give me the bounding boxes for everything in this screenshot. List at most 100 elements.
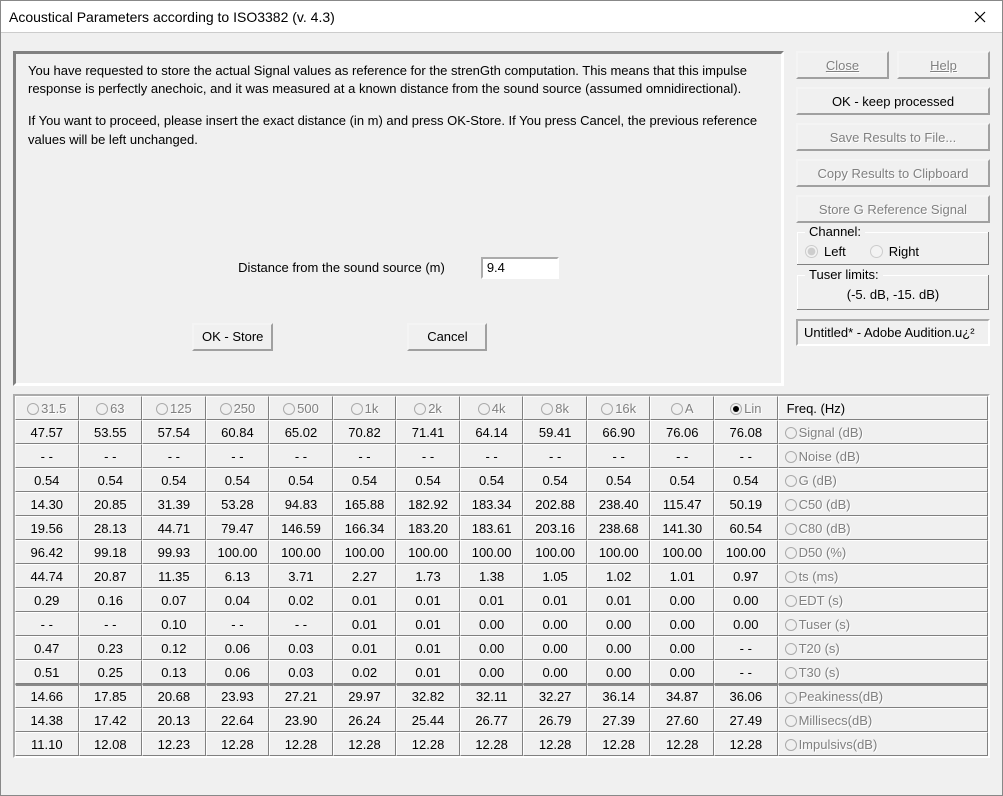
cell: 26.77 [460,708,524,732]
cancel-button[interactable]: Cancel [407,323,487,351]
cell: 0.00 [523,660,587,684]
param-row-Noise (dB)[interactable]: Noise (dB) [778,444,988,468]
info-text-1: You have requested to store the actual S… [28,62,769,98]
cell: - - [587,444,651,468]
cell: 100.00 [587,540,651,564]
ok-store-button[interactable]: OK - Store [192,323,273,351]
cell: 0.00 [650,612,714,636]
freq-band-2k[interactable]: 2k [396,396,460,420]
cell: 0.01 [333,636,397,660]
cell: 20.13 [142,708,206,732]
cell: 0.25 [79,660,143,684]
cell: 0.10 [142,612,206,636]
cell: 0.54 [650,468,714,492]
cell: 0.00 [650,636,714,660]
param-row-C80 (dB)[interactable]: C80 (dB) [778,516,988,540]
cell: - - [15,444,79,468]
cell: 94.83 [269,492,333,516]
cell: 3.71 [269,564,333,588]
cell: 0.04 [206,588,270,612]
cell: 12.23 [142,732,206,756]
param-row-Peakiness(dB)[interactable]: Peakiness(dB) [778,684,988,708]
param-row-Tuser (s)[interactable]: Tuser (s) [778,612,988,636]
tuser-fieldset: Tuser limits: (-5. dB, -15. dB) [796,274,990,311]
cell: 36.14 [587,684,651,708]
cell: 26.24 [333,708,397,732]
freq-band-4k[interactable]: 4k [460,396,524,420]
cell: 12.28 [269,732,333,756]
side-panel: Close Help OK - keep processed Save Resu… [796,51,990,386]
copy-clipboard-button[interactable]: Copy Results to Clipboard [796,159,990,187]
tuser-value: (-5. dB, -15. dB) [805,281,981,304]
cell: 17.42 [79,708,143,732]
cell: 32.27 [523,684,587,708]
cell: 100.00 [650,540,714,564]
channel-left-radio[interactable]: Left [805,244,846,259]
cell: 1.05 [523,564,587,588]
cell: 100.00 [714,540,778,564]
freq-band-8k[interactable]: 8k [523,396,587,420]
channel-right-radio[interactable]: Right [870,244,919,259]
cell: 27.21 [269,684,333,708]
freq-band-Lin[interactable]: Lin [714,396,778,420]
channel-fieldset: Channel: Left Right [796,231,990,266]
param-row-T30 (s)[interactable]: T30 (s) [778,660,988,684]
freq-band-125[interactable]: 125 [142,396,206,420]
cell: 65.02 [269,420,333,444]
freq-band-1k[interactable]: 1k [333,396,397,420]
cell: 100.00 [333,540,397,564]
save-results-button[interactable]: Save Results to File... [796,123,990,151]
cell: 0.54 [15,468,79,492]
cell: 100.00 [269,540,333,564]
param-row-D50 (%)[interactable]: D50 (%) [778,540,988,564]
ok-keep-processed-button[interactable]: OK - keep processed [796,87,990,115]
titlebar: Acoustical Parameters according to ISO33… [1,1,1002,33]
results-table: 31.5631252505001k2k4k8k16kALinFreq. (Hz)… [15,396,988,756]
cell: 66.90 [587,420,651,444]
cell: 0.01 [396,660,460,684]
cell: 183.61 [460,516,524,540]
cell: 0.03 [269,660,333,684]
param-row-Millisecs(dB)[interactable]: Millisecs(dB) [778,708,988,732]
param-row-G (dB)[interactable]: G (dB) [778,468,988,492]
param-row-Impulsivs(dB)[interactable]: Impulsivs(dB) [778,732,988,756]
cell: 76.06 [650,420,714,444]
cell: 0.00 [460,660,524,684]
close-icon[interactable] [957,2,1002,32]
param-row-EDT (s)[interactable]: EDT (s) [778,588,988,612]
param-row-Signal (dB)[interactable]: Signal (dB) [778,420,988,444]
cell: - - [714,660,778,684]
distance-input[interactable] [481,257,559,279]
param-row-ts (ms)[interactable]: ts (ms) [778,564,988,588]
cell: - - [15,612,79,636]
cell: 23.90 [269,708,333,732]
freq-band-16k[interactable]: 16k [587,396,651,420]
freq-band-31.5[interactable]: 31.5 [15,396,79,420]
param-row-T20 (s)[interactable]: T20 (s) [778,636,988,660]
close-button[interactable]: Close [796,51,889,79]
cell: 11.10 [15,732,79,756]
freq-band-250[interactable]: 250 [206,396,270,420]
cell: 0.01 [396,636,460,660]
store-g-ref-button[interactable]: Store G Reference Signal [796,195,990,223]
cell: 20.87 [79,564,143,588]
cell: - - [79,444,143,468]
help-button[interactable]: Help [897,51,990,79]
cell: 0.16 [79,588,143,612]
cell: 0.54 [206,468,270,492]
cell: - - [523,444,587,468]
freq-band-63[interactable]: 63 [79,396,143,420]
cell: 0.00 [523,612,587,636]
param-row-C50 (dB)[interactable]: C50 (dB) [778,492,988,516]
cell: 182.92 [396,492,460,516]
freq-band-A[interactable]: A [650,396,714,420]
cell: 238.40 [587,492,651,516]
cell: 183.20 [396,516,460,540]
cell: - - [269,612,333,636]
info-panel: You have requested to store the actual S… [13,51,784,386]
freq-band-500[interactable]: 500 [269,396,333,420]
cell: 60.84 [206,420,270,444]
cell: - - [206,444,270,468]
cell: 53.28 [206,492,270,516]
cell: 70.82 [333,420,397,444]
